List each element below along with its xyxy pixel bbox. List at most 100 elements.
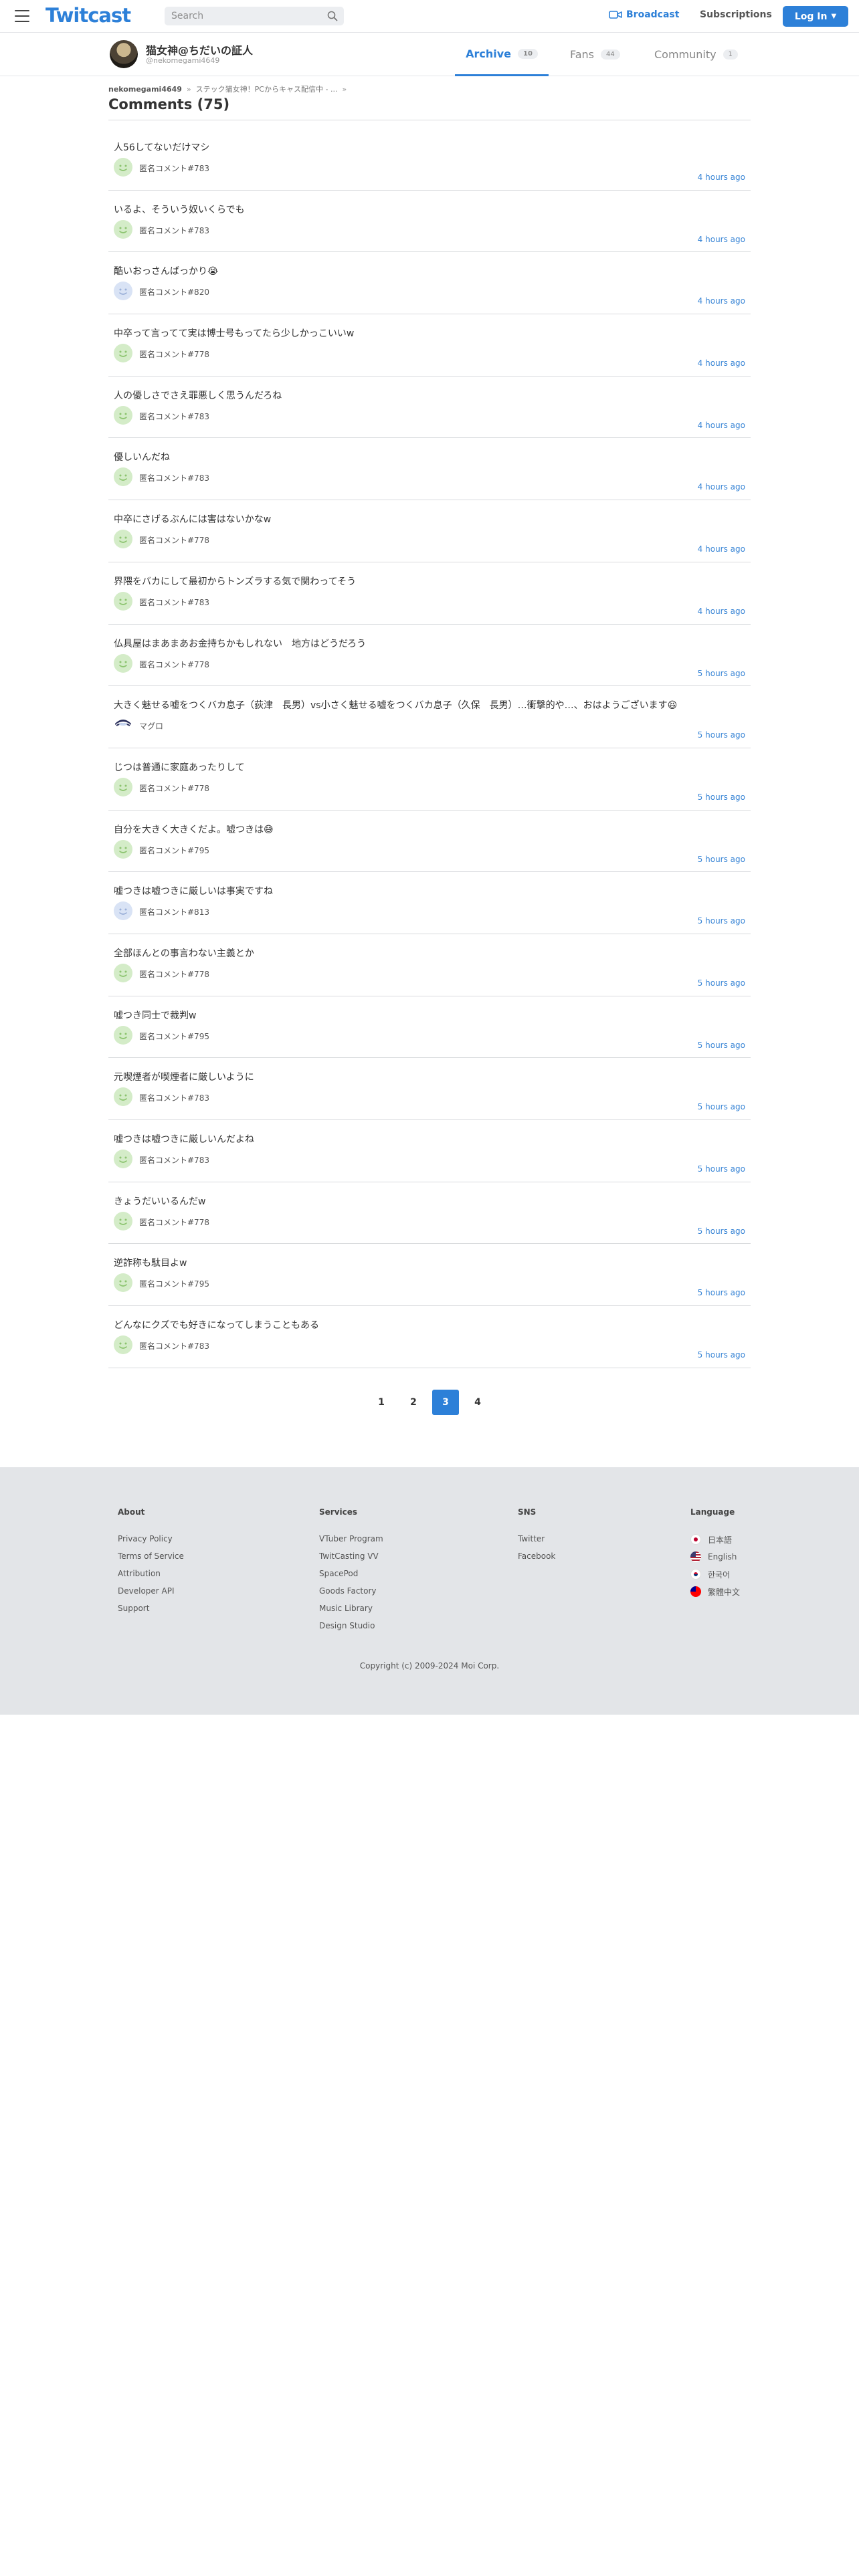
commenter-name[interactable]: 匿名コメント#778	[139, 1216, 209, 1228]
commenter-name[interactable]: 匿名コメント#783	[139, 411, 209, 422]
comment-timestamp[interactable]: 5 hours ago	[698, 669, 745, 678]
comment-timestamp[interactable]: 4 hours ago	[698, 173, 745, 182]
comment-text: いるよ、そういう奴いくらでも	[114, 204, 245, 215]
page-link-2[interactable]: 2	[400, 1390, 427, 1415]
page-link-3[interactable]: 3	[432, 1390, 459, 1415]
commenter-avatar-icon[interactable]	[114, 1211, 132, 1230]
commenter-name[interactable]: 匿名コメント#783	[139, 472, 209, 484]
commenter-avatar-icon[interactable]	[114, 219, 132, 239]
comment-timestamp[interactable]: 5 hours ago	[698, 792, 745, 802]
footer-link-support[interactable]: Support	[118, 1604, 184, 1614]
language-korean[interactable]: 한국어	[690, 1569, 740, 1580]
comment-timestamp[interactable]: 4 hours ago	[698, 607, 745, 616]
commenter-avatar-icon[interactable]	[114, 716, 132, 735]
comment-timestamp[interactable]: 5 hours ago	[698, 1102, 745, 1111]
commenter-avatar-icon[interactable]	[114, 1335, 132, 1355]
comment-timestamp[interactable]: 4 hours ago	[698, 296, 745, 306]
language-japanese[interactable]: 日本語	[690, 1534, 740, 1545]
commenter-name[interactable]: 匿名コメント#820	[139, 286, 209, 298]
comment-timestamp[interactable]: 5 hours ago	[698, 730, 745, 740]
commenter-name[interactable]: マグロ	[139, 720, 163, 732]
footer-link-design-studio[interactable]: Design Studio	[319, 1621, 383, 1632]
breadcrumb-movie-link[interactable]: ステック猫女神！PCからキャス配信中 - ...	[196, 84, 338, 94]
commenter-name[interactable]: 匿名コメント#778	[139, 659, 209, 670]
commenter-name[interactable]: 匿名コメント#783	[139, 1154, 209, 1166]
commenter-avatar-icon[interactable]	[114, 158, 132, 177]
twitcast-logo[interactable]: Twitcast	[45, 4, 131, 27]
footer-link-developer-api[interactable]: Developer API	[118, 1586, 184, 1597]
profile-name[interactable]: 猫女神@ちだいの証人	[146, 41, 253, 58]
commenter-name[interactable]: 匿名コメント#778	[139, 534, 209, 546]
broadcast-button[interactable]: Broadcast	[609, 9, 679, 20]
commenter-avatar-icon[interactable]	[114, 963, 132, 982]
comment-timestamp[interactable]: 5 hours ago	[698, 1288, 745, 1297]
comment-timestamp[interactable]: 4 hours ago	[698, 358, 745, 368]
commenter-avatar-icon[interactable]	[114, 530, 132, 549]
footer-link-goods-factory[interactable]: Goods Factory	[319, 1586, 383, 1597]
comment-timestamp[interactable]: 4 hours ago	[698, 235, 745, 244]
commenter-name[interactable]: 匿名コメント#778	[139, 782, 209, 794]
commenter-avatar-icon[interactable]	[114, 777, 132, 796]
commenter-avatar-icon[interactable]	[114, 405, 132, 425]
commenter-avatar-icon[interactable]	[114, 1273, 132, 1293]
language-traditional-chinese[interactable]: 繁體中文	[690, 1586, 740, 1597]
comment-timestamp[interactable]: 5 hours ago	[698, 916, 745, 926]
footer-link-spacepod[interactable]: SpacePod	[319, 1569, 383, 1580]
search-input[interactable]	[165, 7, 312, 25]
commenter-name[interactable]: 匿名コメント#813	[139, 906, 209, 918]
commenter-avatar-icon[interactable]	[114, 1087, 132, 1107]
footer-link-attribution[interactable]: Attribution	[118, 1569, 184, 1580]
subscriptions-link[interactable]: Subscriptions	[700, 9, 772, 20]
commenter-name[interactable]: 匿名コメント#783	[139, 597, 209, 608]
commenter-name[interactable]: 匿名コメント#783	[139, 1340, 209, 1352]
commenter-name[interactable]: 匿名コメント#783	[139, 225, 209, 236]
video-camera-icon	[609, 11, 622, 19]
login-button[interactable]: Log In ▼	[783, 6, 848, 27]
commenter-name[interactable]: 匿名コメント#795	[139, 845, 209, 856]
page-link-4[interactable]: 4	[464, 1390, 491, 1415]
comment-timestamp[interactable]: 5 hours ago	[698, 855, 745, 864]
page-link-1[interactable]: 1	[368, 1390, 395, 1415]
commenter-name[interactable]: 匿名コメント#783	[139, 163, 209, 174]
search-box[interactable]	[165, 7, 344, 25]
tab-community[interactable]: Community 1	[654, 33, 738, 76]
comment-timestamp[interactable]: 4 hours ago	[698, 421, 745, 430]
commenter-avatar-icon[interactable]	[114, 1150, 132, 1168]
commenter-avatar-icon[interactable]	[114, 1025, 132, 1045]
footer-link-terms-of-service[interactable]: Terms of Service	[118, 1551, 184, 1562]
user-avatar[interactable]	[110, 40, 138, 68]
search-icon[interactable]	[327, 11, 338, 21]
comment-timestamp[interactable]: 5 hours ago	[698, 1164, 745, 1174]
tab-fans[interactable]: Fans 44	[570, 33, 620, 76]
commenter-avatar-icon[interactable]	[114, 282, 132, 301]
commenter-name[interactable]: 匿名コメント#778	[139, 348, 209, 360]
footer-link-facebook[interactable]: Facebook	[518, 1551, 555, 1562]
footer-link-vtuber-program[interactable]: VTuber Program	[319, 1534, 383, 1545]
commenter-avatar-icon[interactable]	[114, 591, 132, 611]
tab-label: Community	[654, 48, 717, 61]
footer-link-twitcasting-vv[interactable]: TwitCasting VV	[319, 1551, 383, 1562]
commenter-avatar-icon[interactable]	[114, 901, 132, 921]
commenter-avatar-icon[interactable]	[114, 653, 132, 673]
comment-timestamp[interactable]: 4 hours ago	[698, 482, 745, 492]
language-english[interactable]: English	[690, 1551, 740, 1562]
comment-timestamp[interactable]: 5 hours ago	[698, 1226, 745, 1236]
footer-link-music-library[interactable]: Music Library	[319, 1604, 383, 1614]
hamburger-menu-icon[interactable]	[15, 10, 29, 22]
comment-timestamp[interactable]: 5 hours ago	[698, 978, 745, 988]
tab-archive[interactable]: Archive 10	[455, 33, 549, 76]
footer-link-twitter[interactable]: Twitter	[518, 1534, 555, 1545]
commenter-name[interactable]: 匿名コメント#783	[139, 1092, 209, 1103]
footer-link-privacy-policy[interactable]: Privacy Policy	[118, 1534, 184, 1545]
comment-timestamp[interactable]: 5 hours ago	[698, 1350, 745, 1360]
commenter-name[interactable]: 匿名コメント#795	[139, 1031, 209, 1042]
breadcrumb-user-link[interactable]: nekomegami4649	[108, 85, 182, 94]
comment-text: 優しいんだね	[114, 452, 170, 463]
commenter-avatar-icon[interactable]	[114, 467, 132, 487]
comment-timestamp[interactable]: 5 hours ago	[698, 1041, 745, 1050]
comment-timestamp[interactable]: 4 hours ago	[698, 544, 745, 554]
commenter-name[interactable]: 匿名コメント#795	[139, 1278, 209, 1289]
commenter-avatar-icon[interactable]	[114, 839, 132, 859]
commenter-avatar-icon[interactable]	[114, 344, 132, 363]
commenter-name[interactable]: 匿名コメント#778	[139, 968, 209, 980]
